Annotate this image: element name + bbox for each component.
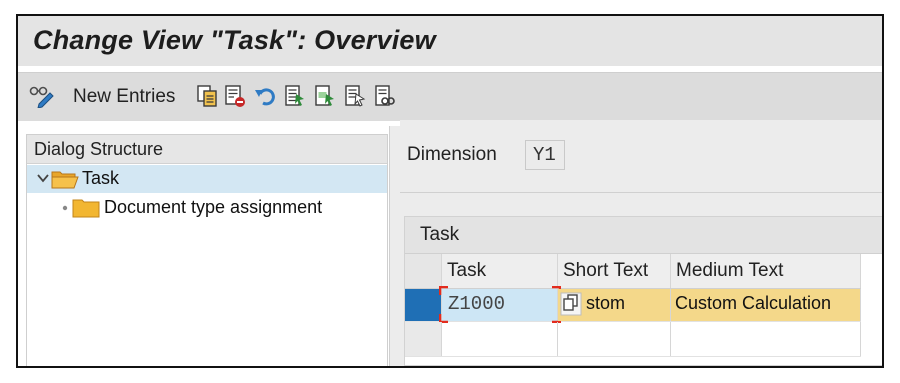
table-header-row: Task Short Text Medium Text xyxy=(405,254,861,289)
display-change-icon[interactable] xyxy=(28,84,58,108)
dialog-structure-pane: Dialog Structure Task Document type assi… xyxy=(26,134,388,366)
title-bar: Change View "Task": Overview xyxy=(18,16,882,66)
undo-change-icon[interactable] xyxy=(254,84,276,108)
short-text-value[interactable]: stom xyxy=(582,289,625,314)
short-text-cell[interactable]: stom xyxy=(558,289,671,321)
table-row[interactable] xyxy=(405,322,861,357)
tree-leaf-bullet-icon xyxy=(62,205,68,211)
medium-text-cell[interactable] xyxy=(671,322,861,356)
tree-item-document-type-assignment[interactable]: Document type assignment xyxy=(27,194,387,222)
select-all-rows-cell[interactable] xyxy=(405,254,442,288)
column-header-short-text[interactable]: Short Text xyxy=(558,254,671,288)
select-block-icon[interactable] xyxy=(314,84,336,108)
select-all-icon[interactable] xyxy=(284,84,306,108)
folder-open-icon xyxy=(51,171,79,189)
divider xyxy=(400,192,882,193)
row-selector[interactable] xyxy=(405,289,442,321)
task-table-container: Task Task Short Text Medium Text Z1000 s… xyxy=(404,216,882,366)
deselect-all-icon[interactable] xyxy=(344,84,366,108)
focus-bracket-icon xyxy=(439,286,561,323)
delete-icon[interactable] xyxy=(224,84,246,108)
sap-window: Change View "Task": Overview New Entries xyxy=(16,14,884,368)
medium-text-cell[interactable]: Custom Calculation xyxy=(671,289,861,321)
column-header-task[interactable]: Task xyxy=(442,254,558,288)
content-pane: Dimension Y1 Task Task Short Text Medium… xyxy=(400,120,882,366)
table-row[interactable]: Z1000 stom Custom Calculation xyxy=(405,286,861,323)
dimension-field: Y1 xyxy=(525,140,565,170)
application-toolbar: New Entries xyxy=(18,72,882,121)
copy-as-icon[interactable] xyxy=(196,84,218,108)
chevron-down-icon[interactable] xyxy=(37,174,49,183)
tree-item-label: Document type assignment xyxy=(104,197,323,217)
task-cell[interactable] xyxy=(442,322,558,356)
task-table-title-bar: Task xyxy=(405,217,882,254)
folder-icon xyxy=(72,199,100,218)
task-table-title: Task xyxy=(420,224,460,245)
tree-item-task[interactable]: Task xyxy=(27,165,387,193)
page-title: Change View "Task": Overview xyxy=(33,25,436,55)
copy-icon[interactable] xyxy=(560,292,582,316)
medium-text-value[interactable]: Custom Calculation xyxy=(671,289,831,314)
row-selector[interactable] xyxy=(405,322,442,356)
dimension-label: Dimension xyxy=(407,144,497,165)
new-entries-button[interactable]: New Entries xyxy=(73,86,175,108)
dialog-structure-title: Dialog Structure xyxy=(34,139,164,159)
tree-item-label: Task xyxy=(82,168,120,188)
short-text-cell[interactable] xyxy=(558,322,671,356)
task-cell[interactable]: Z1000 xyxy=(439,286,561,323)
dialog-structure-header: Dialog Structure xyxy=(27,135,387,164)
column-header-medium-text[interactable]: Medium Text xyxy=(671,254,861,288)
print-settings-icon[interactable] xyxy=(374,84,396,108)
